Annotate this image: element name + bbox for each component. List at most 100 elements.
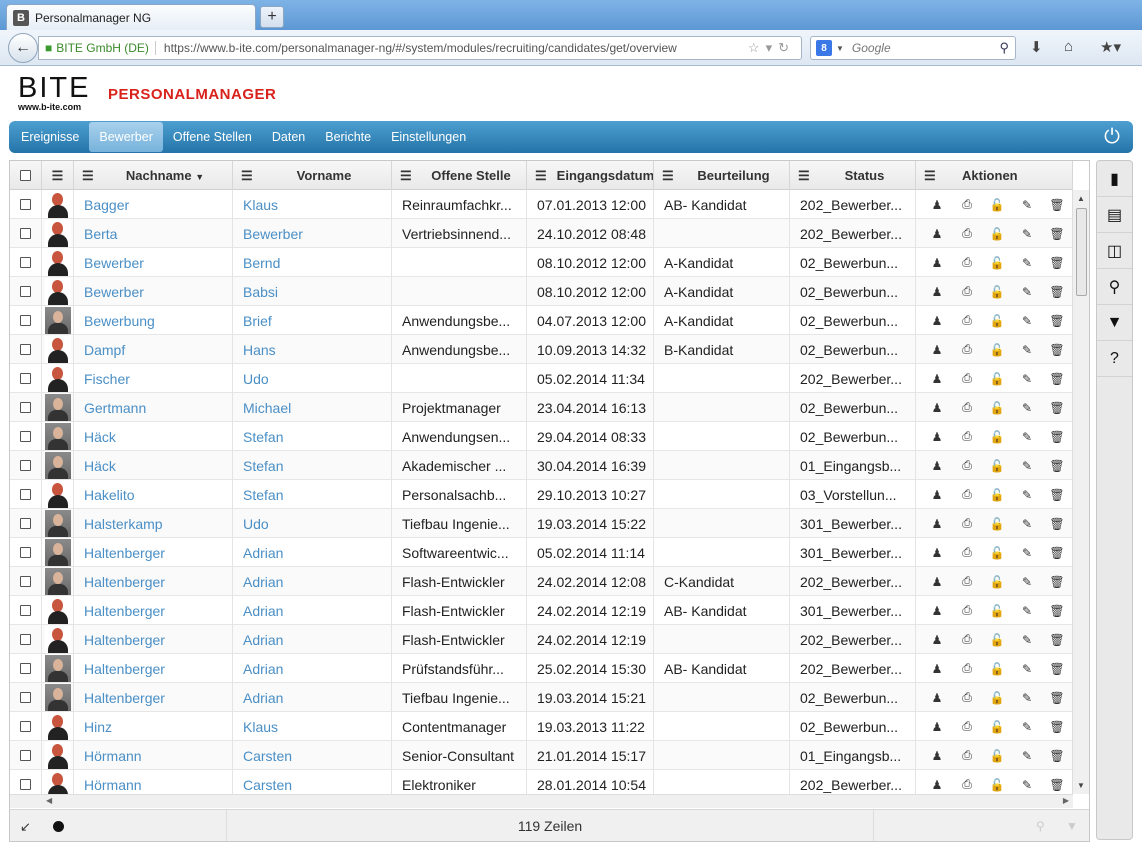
user-icon[interactable]: ♟ [922,575,952,589]
row-checkbox-cell[interactable] [10,335,42,364]
row-checkbox-cell[interactable] [10,538,42,567]
table-row[interactable]: Haltenberger Adrian Flash-Entwickler 24.02.… [10,625,1073,654]
select-all-checkbox[interactable] [10,161,42,190]
print-icon[interactable]: ⎙ [952,777,982,792]
edit-icon[interactable]: ✎ [1012,314,1042,328]
table-row[interactable]: Häck Stefan Akademischer ... 30.04.2014 16:… [10,451,1073,480]
scroll-up-icon[interactable]: ▲ [1077,194,1085,203]
unlock-icon[interactable]: 🔓 [982,285,1012,299]
checkbox[interactable] [20,779,31,790]
trash-icon[interactable]: 🗑 [1042,285,1072,299]
home-icon[interactable]: ⌂ [1064,38,1073,55]
cell-vorname[interactable]: Stefan [233,480,392,509]
trash-icon[interactable]: 🗑 [1042,662,1072,676]
collapse-icon[interactable]: ↙ [20,819,31,835]
column-menu-icon[interactable]: ☰ [241,168,253,184]
table-row[interactable]: Haltenberger Adrian Prüfstandsführ... 25.02… [10,654,1073,683]
edit-icon[interactable]: ✎ [1012,546,1042,560]
table-row[interactable]: Fischer Udo 05.02.2014 11:34 202_Bewerber..… [10,364,1073,393]
checkbox[interactable] [20,605,31,616]
cell-nachname[interactable]: Haltenberger [74,683,233,712]
print-icon[interactable]: ⎙ [952,458,982,473]
search-icon[interactable]: ⚲ [999,40,1009,56]
user-icon[interactable]: ♟ [922,720,952,734]
checkbox[interactable] [20,663,31,674]
vertical-scrollbar[interactable]: ▲ ▼ [1072,190,1089,794]
trash-icon[interactable]: 🗑 [1042,256,1072,270]
trash-icon[interactable]: 🗑 [1042,198,1072,212]
checkbox[interactable] [20,199,31,210]
column-header-offene-stelle[interactable]: ☰ Offene Stelle [392,161,527,190]
print-icon[interactable]: ⎙ [952,429,982,444]
unlock-icon[interactable]: 🔓 [982,256,1012,270]
table-row[interactable]: Halsterkamp Udo Tiefbau Ingenie... 19.03.20… [10,509,1073,538]
status-dot-icon[interactable] [53,821,64,832]
unlock-icon[interactable]: 🔓 [982,662,1012,676]
row-checkbox-cell[interactable] [10,190,42,219]
cell-nachname[interactable]: Berta [74,219,233,248]
row-checkbox-cell[interactable] [10,219,42,248]
menu-item-bewerber[interactable]: Bewerber [89,122,163,152]
user-icon[interactable]: ♟ [922,314,952,328]
download-icon[interactable]: ⬇ [1030,38,1043,56]
user-icon[interactable]: ♟ [922,488,952,502]
row-checkbox-cell[interactable] [10,770,42,794]
edit-icon[interactable]: ✎ [1012,227,1042,241]
edit-icon[interactable]: ✎ [1012,256,1042,270]
edit-icon[interactable]: ✎ [1012,459,1042,473]
user-icon[interactable]: ♟ [922,459,952,473]
chevron-down-icon[interactable]: ▼ [836,44,844,53]
checkbox[interactable] [20,692,31,703]
table-row[interactable]: Bewerbung Brief Anwendungsbe... 04.07.2013 … [10,306,1073,335]
print-icon[interactable]: ⎙ [952,516,982,531]
edit-icon[interactable]: ✎ [1012,778,1042,792]
unlock-icon[interactable]: 🔓 [982,343,1012,357]
back-button[interactable]: ← [8,33,38,63]
checkbox[interactable] [20,460,31,471]
checkbox[interactable] [20,257,31,268]
checkbox[interactable] [20,489,31,500]
unlock-icon[interactable]: 🔓 [982,546,1012,560]
column-header-nachname[interactable]: ☰ Nachname ▼ [74,161,233,190]
unlock-icon[interactable]: 🔓 [982,488,1012,502]
user-icon[interactable]: ♟ [922,198,952,212]
cell-vorname[interactable]: Michael [233,393,392,422]
cell-nachname[interactable]: Halsterkamp [74,509,233,538]
column-menu-icon[interactable]: ☰ [662,168,674,184]
checkbox[interactable] [20,431,31,442]
cell-vorname[interactable]: Adrian [233,538,392,567]
menu-item-offene-stellen[interactable]: Offene Stellen [163,121,262,153]
table-row[interactable]: Bagger Klaus Reinraumfachkr... 07.01.2013 1… [10,190,1073,219]
unlock-icon[interactable]: 🔓 [982,691,1012,705]
unlock-icon[interactable]: 🔓 [982,459,1012,473]
user-icon[interactable]: ♟ [922,778,952,792]
unlock-icon[interactable]: 🔓 [982,778,1012,792]
cell-nachname[interactable]: Hörmann [74,741,233,770]
cell-vorname[interactable]: Udo [233,509,392,538]
table-row[interactable]: Hörmann Carsten Elektroniker 28.01.2014 10:… [10,770,1073,794]
checkbox[interactable] [20,344,31,355]
trash-icon[interactable]: 🗑 [1042,720,1072,734]
edit-icon[interactable]: ✎ [1012,401,1042,415]
unlock-icon[interactable]: 🔓 [982,633,1012,647]
checkbox[interactable] [20,315,31,326]
browser-tab[interactable]: B Personalmanager NG [6,4,256,30]
checkbox[interactable] [20,170,31,181]
cell-nachname[interactable]: Dampf [74,335,233,364]
cell-nachname[interactable]: Häck [74,451,233,480]
row-checkbox-cell[interactable] [10,509,42,538]
row-checkbox-cell[interactable] [10,712,42,741]
edit-icon[interactable]: ✎ [1012,749,1042,763]
unlock-icon[interactable]: 🔓 [982,314,1012,328]
checkbox[interactable] [20,721,31,732]
trash-icon[interactable]: 🗑 [1042,691,1072,705]
print-icon[interactable]: ⎙ [952,487,982,502]
row-checkbox-cell[interactable] [10,364,42,393]
scroll-left-icon[interactable]: ◀ [46,796,52,805]
edit-icon[interactable]: ✎ [1012,633,1042,647]
edit-icon[interactable]: ✎ [1012,372,1042,386]
print-icon[interactable]: ⎙ [952,574,982,589]
cell-vorname[interactable]: Klaus [233,712,392,741]
table-row[interactable]: Bewerber Bernd 08.10.2012 12:00 A-Kandidat 0… [10,248,1073,277]
user-icon[interactable]: ♟ [922,256,952,270]
